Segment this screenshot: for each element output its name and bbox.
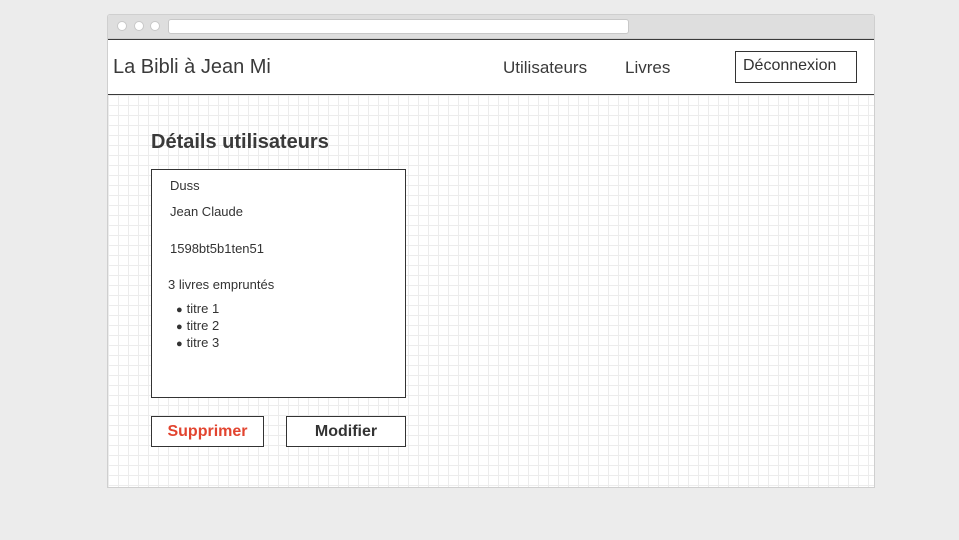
user-first-name: Jean Claude bbox=[170, 204, 243, 219]
window-dot-icon[interactable] bbox=[150, 21, 160, 31]
page-title: Détails utilisateurs bbox=[151, 131, 329, 153]
logout-button[interactable]: Déconnexion bbox=[735, 51, 857, 83]
list-item: titre 2 bbox=[176, 318, 220, 335]
user-details-card: Duss Jean Claude 1598bt5b1ten51 3 livres… bbox=[151, 169, 406, 398]
nav-link-livres[interactable]: Livres bbox=[625, 58, 670, 78]
navbar: La Bibli à Jean Mi Utilisateurs Livres D… bbox=[108, 39, 874, 95]
address-bar[interactable] bbox=[168, 19, 629, 34]
brand-title[interactable]: La Bibli à Jean Mi bbox=[113, 56, 271, 79]
nav-link-utilisateurs[interactable]: Utilisateurs bbox=[503, 58, 587, 78]
user-last-name: Duss bbox=[170, 178, 200, 193]
main-content: Détails utilisateurs Duss Jean Claude 15… bbox=[108, 95, 874, 487]
browser-window: La Bibli à Jean Mi Utilisateurs Livres D… bbox=[107, 14, 875, 488]
list-item: titre 1 bbox=[176, 301, 220, 318]
edit-button[interactable]: Modifier bbox=[286, 416, 406, 447]
borrowed-books-count: 3 livres empruntés bbox=[168, 277, 275, 292]
borrowed-books-list: titre 1 titre 2 titre 3 bbox=[176, 301, 220, 352]
browser-chrome bbox=[108, 15, 874, 39]
delete-button[interactable]: Supprimer bbox=[151, 416, 264, 447]
user-id: 1598bt5b1ten51 bbox=[170, 241, 264, 256]
window-dot-icon[interactable] bbox=[117, 21, 127, 31]
list-item: titre 3 bbox=[176, 335, 220, 352]
window-dot-icon[interactable] bbox=[134, 21, 144, 31]
